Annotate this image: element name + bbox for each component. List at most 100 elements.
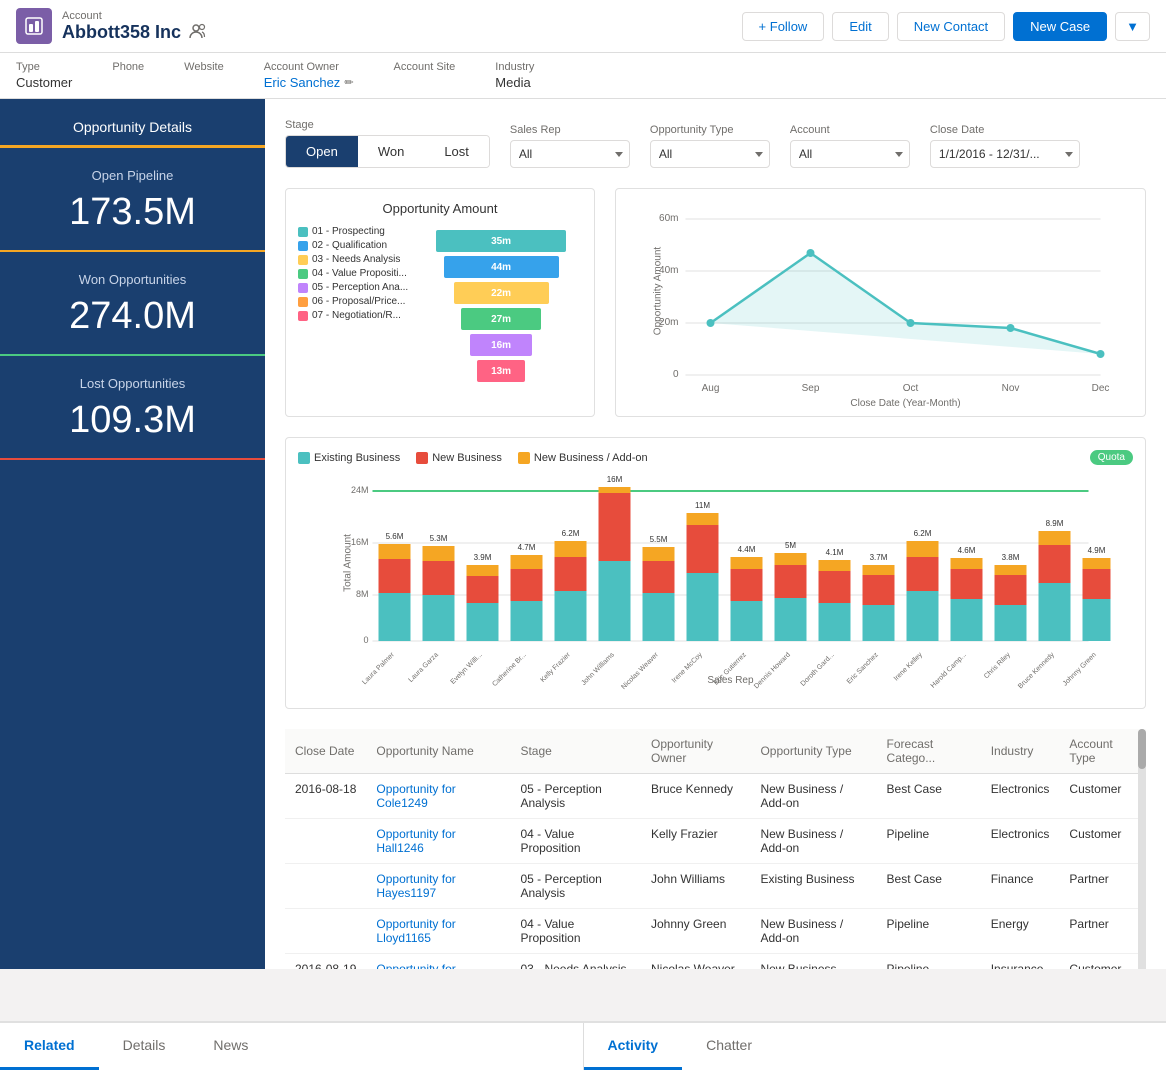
svg-text:3.8M: 3.8M (1002, 553, 1020, 562)
svg-text:Dennis Howard: Dennis Howard (753, 651, 792, 690)
follow-button[interactable]: + Follow (742, 12, 825, 41)
legend-new: New Business (416, 452, 502, 464)
svg-text:Aug: Aug (702, 383, 720, 394)
funnel-bar-5: 16m (470, 334, 532, 356)
cell-stage: 04 - Value Proposition (510, 819, 641, 864)
account-name: Abbott358 Inc (62, 22, 181, 43)
cell-stage: 05 - Perception Analysis (510, 774, 641, 819)
cell-date (285, 864, 366, 909)
funnel-bar-6: 13m (477, 360, 525, 382)
account-select[interactable]: All (790, 140, 910, 168)
lost-value: 109.3M (16, 399, 249, 442)
tab-news[interactable]: News (189, 1023, 272, 1070)
account-owner-value[interactable]: Eric Sanchez (264, 75, 341, 90)
table-body: 2016-08-18 Opportunity for Cole1249 05 -… (285, 774, 1146, 970)
dropdown-button[interactable]: ▼ (1115, 12, 1150, 41)
edit-button[interactable]: Edit (832, 12, 888, 41)
close-date-select[interactable]: 1/1/2016 - 12/31/... (930, 140, 1080, 168)
cell-account-type: Customer (1059, 954, 1146, 970)
cell-industry: Electronics (981, 819, 1060, 864)
legend-item-2: 02 - Qualification (298, 240, 408, 251)
sales-rep-select[interactable]: All (510, 140, 630, 168)
account-site-value (394, 75, 456, 90)
cell-stage: 04 - Value Proposition (510, 909, 641, 954)
cell-forecast: Best Case (877, 774, 981, 819)
cell-account-type: Customer (1059, 774, 1146, 819)
svg-text:John Williams: John Williams (580, 651, 616, 687)
col-close-date: Close Date (285, 729, 366, 774)
svg-text:Doroth Gard...: Doroth Gard... (800, 651, 836, 687)
cell-forecast: Best Case (877, 864, 981, 909)
won-value: 274.0M (16, 295, 249, 338)
col-account-type: Account Type (1059, 729, 1146, 774)
svg-text:0: 0 (673, 369, 679, 380)
funnel-legend: 01 - Prospecting 02 - Qualification 03 -… (298, 226, 408, 386)
cell-date (285, 909, 366, 954)
legend-item-3: 03 - Needs Analysis (298, 254, 408, 265)
account-owner-label: Account Owner (264, 61, 354, 73)
cell-opp-name[interactable]: Opportunity for Hayes1197 (366, 864, 510, 909)
table-wrapper: Close Date Opportunity Name Stage Opport… (285, 729, 1146, 969)
account-site-field: Account Site (394, 61, 456, 90)
tab-won[interactable]: Won (358, 136, 425, 167)
phone-value (112, 75, 144, 90)
type-value: Customer (16, 75, 72, 90)
opp-type-filter: Opportunity Type All (650, 124, 770, 168)
phone-label: Phone (112, 61, 144, 73)
cell-date: 2016-08-18 (285, 774, 366, 819)
tab-related[interactable]: Related (0, 1023, 99, 1070)
svg-text:4.6M: 4.6M (958, 546, 976, 555)
svg-text:6.2M: 6.2M (562, 529, 580, 538)
lost-label: Lost Opportunities (16, 376, 249, 391)
table-row: Opportunity for Lloyd1165 04 - Value Pro… (285, 909, 1146, 954)
tab-open[interactable]: Open (286, 136, 358, 167)
svg-text:Laura Garza: Laura Garza (407, 651, 440, 684)
tab-lost[interactable]: Lost (424, 136, 489, 167)
funnel-bar-3: 22m (454, 282, 549, 304)
svg-text:Johnny Green: Johnny Green (1062, 651, 1098, 687)
cell-opp-name[interactable]: Opportunity for Lloyd1165 (366, 909, 510, 954)
scrollbar-thumb[interactable] (1138, 729, 1146, 769)
stage-label: Stage (285, 119, 490, 131)
svg-text:Chris Riley: Chris Riley (983, 651, 1012, 680)
tab-activity[interactable]: Activity (584, 1023, 683, 1070)
new-case-button[interactable]: New Case (1013, 12, 1107, 41)
website-field: Website (184, 61, 224, 90)
table-row: Opportunity for Hayes1197 05 - Perceptio… (285, 864, 1146, 909)
tab-chatter[interactable]: Chatter (682, 1023, 776, 1070)
funnel-title: Opportunity Amount (298, 201, 582, 216)
svg-text:Sep: Sep (802, 383, 820, 394)
svg-text:3.9M: 3.9M (474, 553, 492, 562)
line-chart: 60m 40m 20m 0 (615, 188, 1146, 417)
funnel-visual: 35m 44m 22m 27m 16m 13m (420, 226, 582, 386)
close-date-filter: Close Date 1/1/2016 - 12/31/... (930, 124, 1080, 168)
cell-forecast: Pipeline (877, 954, 981, 970)
sidebar: Opportunity Details Open Pipeline 173.5M… (0, 99, 265, 969)
svg-text:4.1M: 4.1M (826, 548, 844, 557)
cell-opp-name[interactable]: Opportunity for Hall1246 (366, 819, 510, 864)
industry-field: Industry Media (495, 61, 534, 90)
bar-chart-header: Existing Business New Business New Busin… (298, 450, 1133, 465)
people-icon[interactable] (189, 22, 207, 43)
stage-filter: Stage Open Won Lost (285, 119, 490, 168)
subheader: Type Customer Phone Website Account Owne… (0, 53, 1166, 99)
svg-text:Nicolas Weaver: Nicolas Weaver (620, 651, 660, 691)
cell-owner: Johnny Green (641, 909, 750, 954)
cell-opp-name[interactable]: Opportunity for Cole1249 (366, 774, 510, 819)
table-header-row: Close Date Opportunity Name Stage Opport… (285, 729, 1146, 774)
account-filter: Account All (790, 124, 910, 168)
cell-opp-name[interactable]: Opportunity for Barnett1692 (366, 954, 510, 970)
sidebar-title: Opportunity Details (0, 99, 265, 148)
close-date-label: Close Date (930, 124, 1080, 136)
svg-text:Close Date (Year-Month): Close Date (Year-Month) (850, 398, 960, 409)
funnel-bar-4: 27m (461, 308, 541, 330)
won-metric: Won Opportunities 274.0M (0, 252, 265, 356)
account-filter-label: Account (790, 124, 910, 136)
opp-type-select[interactable]: All (650, 140, 770, 168)
cell-date (285, 819, 366, 864)
new-contact-button[interactable]: New Contact (897, 12, 1005, 41)
svg-text:4.9M: 4.9M (1088, 546, 1106, 555)
tab-details[interactable]: Details (99, 1023, 190, 1070)
edit-owner-icon[interactable]: ✏ (344, 76, 353, 89)
cell-stage: 03 - Needs Analysis (510, 954, 641, 970)
